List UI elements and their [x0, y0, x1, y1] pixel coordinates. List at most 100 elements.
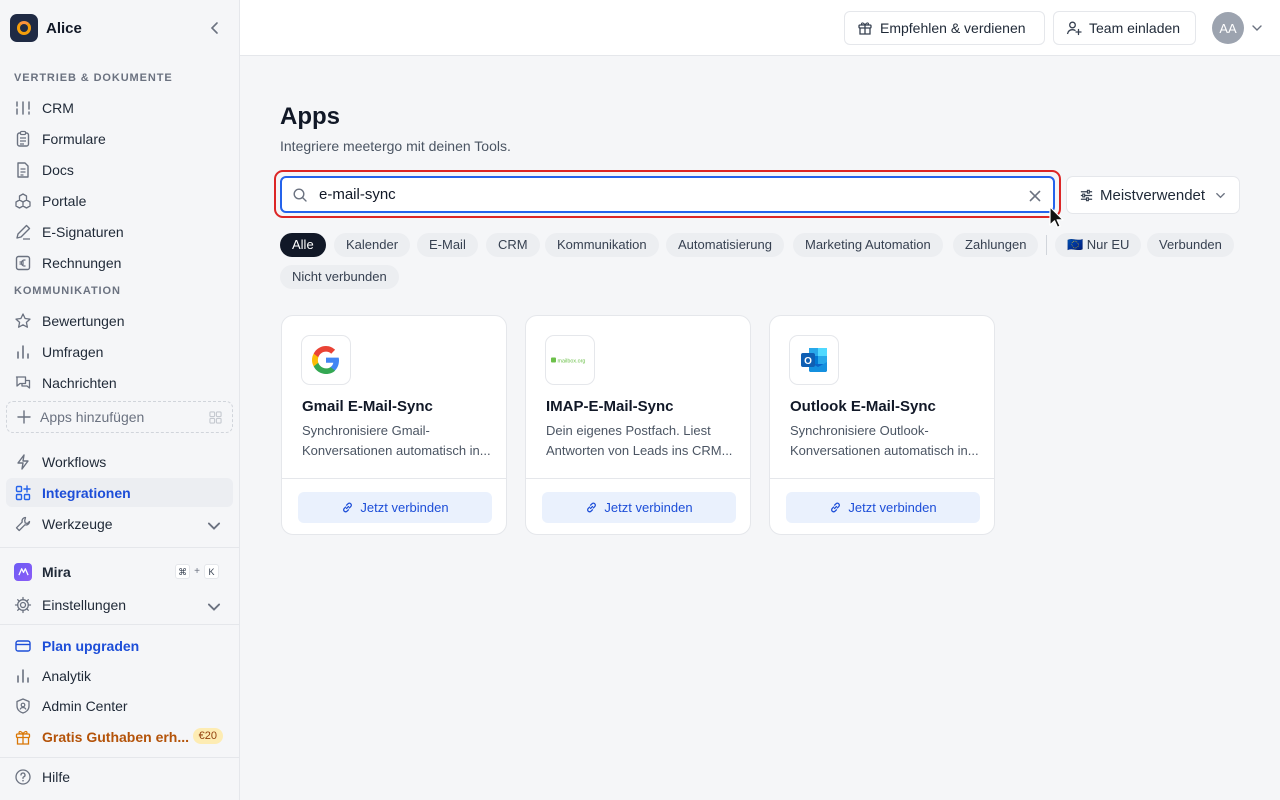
- sort-dropdown[interactable]: Meistverwendet: [1066, 176, 1240, 214]
- topbar: Empfehlen & verdienen Team einladen AA: [240, 0, 1280, 56]
- sidebar-item-admin-center[interactable]: Admin Center: [6, 691, 233, 720]
- workspace-name: Alice: [46, 19, 82, 37]
- collapse-sidebar-icon[interactable]: [207, 20, 223, 36]
- sidebar-item-werkzeuge[interactable]: Werkzeuge: [6, 509, 233, 538]
- filter-chip-marketing-automation[interactable]: Marketing Automation: [793, 233, 943, 257]
- sidebar-item-rechnungen[interactable]: Rechnungen: [6, 248, 233, 277]
- sidebar-item-crm[interactable]: CRM: [6, 93, 233, 122]
- sidebar-item-einstellungen[interactable]: Einstellungen: [6, 590, 233, 619]
- app-card-description: Synchronisiere Gmail- Konversationen aut…: [302, 421, 492, 461]
- refer-earn-label: Empfehlen & verdienen: [880, 20, 1026, 36]
- filter-chip-kalender[interactable]: Kalender: [334, 233, 411, 257]
- filter-chip-verbunden[interactable]: Verbunden: [1147, 233, 1234, 257]
- filter-chip-kommunikation[interactable]: Kommunikation: [545, 233, 659, 257]
- sidebar-item-plan-upgraden[interactable]: Plan upgraden: [6, 631, 233, 660]
- filter-chip-crm[interactable]: CRM: [486, 233, 540, 257]
- sidebar-item-portale[interactable]: Portale: [6, 186, 233, 215]
- chevron-down-icon[interactable]: [1250, 21, 1264, 35]
- chevron-down-icon: [1216, 192, 1225, 199]
- link-icon: [831, 502, 841, 513]
- document-icon: [17, 161, 29, 178]
- app-card-gmail[interactable]: Gmail E-Mail-Sync Synchronisiere Gmail- …: [281, 315, 507, 535]
- filter-chip-zahlungen[interactable]: Zahlungen: [953, 233, 1039, 257]
- bar-chart-icon: [17, 668, 29, 683]
- sidebar-item-label: Mira: [42, 563, 71, 580]
- plus-icon: [17, 410, 31, 424]
- sidebar: Alice VERTRIEB & DOKUMENTE CRM Formulare…: [0, 0, 240, 800]
- sliders-icon: [1080, 189, 1093, 201]
- sidebar-item-label: CRM: [42, 99, 74, 116]
- connect-button[interactable]: Jetzt verbinden: [298, 492, 492, 523]
- filter-chip-nur-eu[interactable]: 🇪🇺 Nur EU: [1055, 233, 1142, 257]
- credit-badge: €20: [192, 728, 223, 744]
- sidebar-item-label: Umfragen: [42, 343, 104, 360]
- add-apps-label: Apps hinzufügen: [40, 409, 145, 425]
- avatar[interactable]: AA: [1212, 12, 1244, 44]
- section-label-sales: VERTRIEB & DOKUMENTE: [14, 72, 173, 84]
- gift-icon: [858, 22, 872, 35]
- shortcut-cmd-key: ⌘: [175, 564, 191, 579]
- integrations-icon: [15, 484, 31, 500]
- shortcut-plus: +: [194, 566, 200, 577]
- sidebar-item-label: Rechnungen: [42, 254, 122, 271]
- gmail-logo-icon: [301, 335, 351, 385]
- app-card-title: IMAP-E-Mail-Sync: [546, 398, 674, 415]
- sidebar-item-label: Bewertungen: [42, 312, 125, 329]
- connect-button[interactable]: Jetzt verbinden: [542, 492, 736, 523]
- invite-team-button[interactable]: Team einladen: [1053, 11, 1196, 45]
- clipboard-icon: [16, 130, 30, 147]
- sidebar-item-label: Nachrichten: [42, 374, 117, 391]
- card-divider: [770, 478, 994, 479]
- sidebar-item-esignaturen[interactable]: E-Signaturen: [6, 217, 233, 246]
- grid-icon: [209, 411, 222, 424]
- sidebar-item-integrationen[interactable]: Integrationen: [6, 478, 233, 507]
- sort-label: Meistverwendet: [1100, 186, 1206, 204]
- add-apps-button[interactable]: Apps hinzufügen: [6, 401, 233, 433]
- mailbox-org-logo-text: mailbox.org: [558, 359, 586, 365]
- sidebar-item-label: Werkzeuge: [42, 515, 113, 532]
- app-card-imap[interactable]: mailbox.org IMAP-E-Mail-Sync Dein eigene…: [525, 315, 751, 535]
- app-card-description: Dein eigenes Postfach. Liest Antworten v…: [546, 421, 736, 461]
- connect-label: Jetzt verbinden: [604, 500, 693, 515]
- sidebar-item-umfragen[interactable]: Umfragen: [6, 337, 233, 366]
- filter-divider: [1046, 235, 1047, 255]
- filter-chip-alle[interactable]: Alle: [280, 233, 326, 257]
- sidebar-divider: [0, 624, 239, 625]
- user-plus-icon: [1066, 21, 1082, 36]
- sidebar-item-label: Integrationen: [42, 484, 131, 501]
- gear-icon: [14, 596, 32, 613]
- refer-earn-button[interactable]: Empfehlen & verdienen: [844, 11, 1045, 45]
- sidebar-item-gratis-guthaben[interactable]: Gratis Guthaben erh... €20: [6, 722, 233, 751]
- sidebar-item-workflows[interactable]: Workflows: [6, 447, 233, 476]
- chat-icon: [15, 375, 31, 389]
- filter-chip-automatisierung[interactable]: Automatisierung: [666, 233, 784, 257]
- connect-button[interactable]: Jetzt verbinden: [786, 492, 980, 523]
- app-card-title: Gmail E-Mail-Sync: [302, 398, 433, 415]
- filter-chip-email[interactable]: E-Mail: [417, 233, 478, 257]
- workspace-switcher[interactable]: Alice: [0, 0, 239, 56]
- sidebar-item-hilfe[interactable]: Hilfe: [6, 762, 233, 791]
- sidebar-item-label: Plan upgraden: [42, 637, 140, 654]
- app-card-desc-line: Konversationen automatisch in...: [302, 443, 491, 458]
- sidebar-item-nachrichten[interactable]: Nachrichten: [6, 368, 233, 397]
- search-input[interactable]: [319, 186, 999, 203]
- keyboard-shortcut: ⌘ + K: [175, 564, 219, 579]
- app-card-desc-line: Konversationen automatisch in...: [790, 443, 979, 458]
- sidebar-item-formulare[interactable]: Formulare: [6, 124, 233, 153]
- sidebar-item-bewertungen[interactable]: Bewertungen: [6, 306, 233, 335]
- sidebar-divider: [0, 757, 239, 758]
- sidebar-item-docs[interactable]: Docs: [6, 155, 233, 184]
- app-card-desc-line: Antworten von Leads ins CRM...: [546, 443, 733, 458]
- filter-chip-nicht-verbunden[interactable]: Nicht verbunden: [280, 265, 399, 289]
- sidebar-item-label: Gratis Guthaben erh...: [42, 728, 190, 745]
- mouse-cursor-icon: [1049, 206, 1064, 228]
- euro-icon: [15, 255, 31, 270]
- app-card-outlook[interactable]: O Outlook E-Mail-Sync Synchronisiere Out…: [769, 315, 995, 535]
- sidebar-item-mira[interactable]: Mira ⌘ + K: [6, 557, 233, 586]
- sidebar-item-label: Portale: [42, 192, 87, 209]
- sidebar-item-analytik[interactable]: Analytik: [6, 661, 233, 690]
- star-icon: [15, 312, 31, 328]
- search-box[interactable]: [280, 176, 1055, 213]
- clear-search-icon[interactable]: [1027, 188, 1043, 204]
- sidebar-item-label: E-Signaturen: [42, 223, 124, 240]
